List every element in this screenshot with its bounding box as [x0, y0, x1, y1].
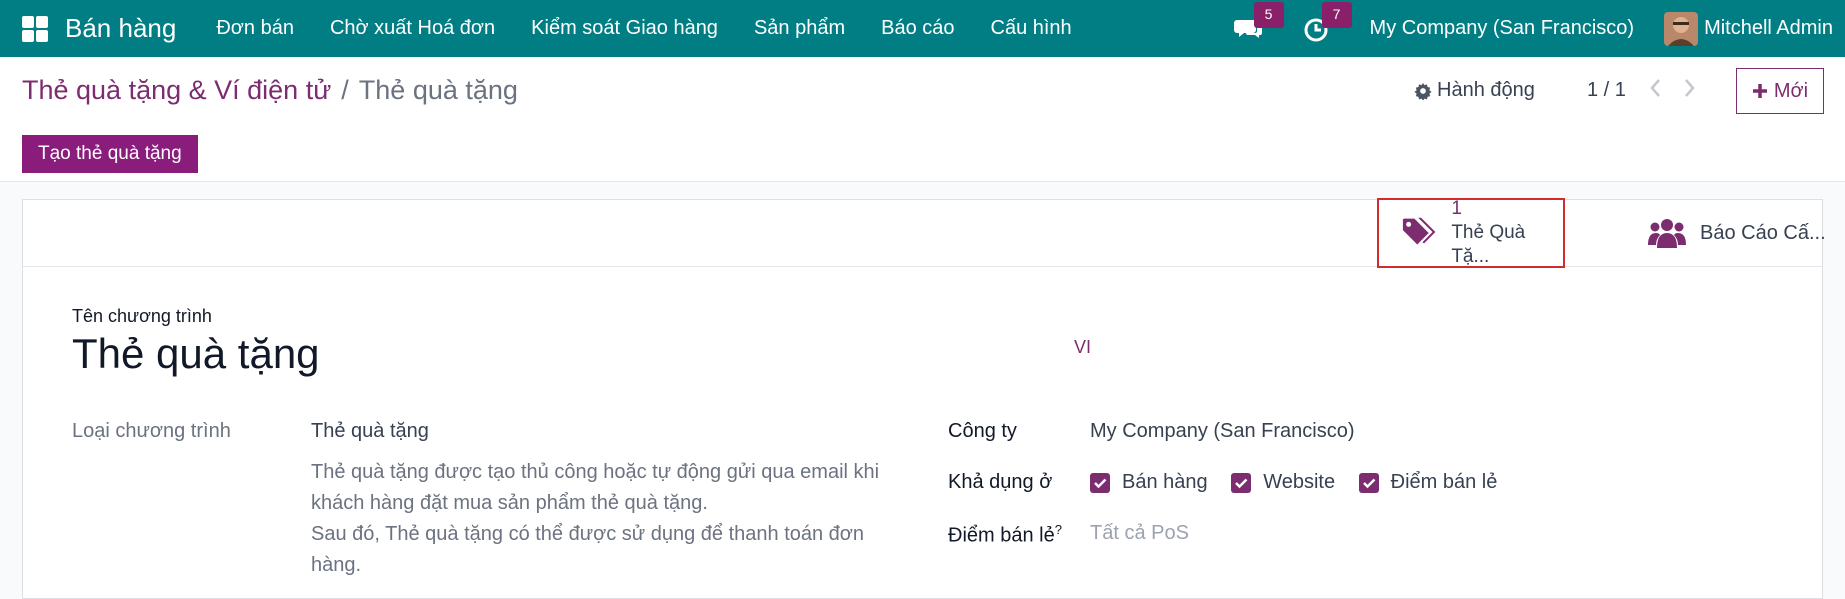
- translation-lang-button[interactable]: VI: [1074, 337, 1091, 358]
- chevron-left-icon: [1650, 79, 1660, 97]
- chevron-right-icon: [1685, 79, 1695, 97]
- program-name-label: Tên chương trình: [72, 306, 212, 326]
- new-button-label: Mới: [1773, 79, 1809, 102]
- smart-button-box: 1 Thẻ Quà Tặ... Báo Cáo Cấ...: [23, 198, 1826, 268]
- program-name-field[interactable]: Thẻ quà tặng: [72, 330, 320, 378]
- apps-menu-icon[interactable]: [22, 15, 48, 42]
- pager-next-button[interactable]: [1683, 77, 1703, 103]
- new-button[interactable]: Mới: [1736, 68, 1824, 114]
- form-statusbar: Tạo thẻ quà tặng: [0, 127, 1845, 182]
- users-icon: [1648, 219, 1686, 248]
- tags-icon: [1402, 217, 1436, 245]
- menu-item-reporting[interactable]: Báo cáo: [863, 17, 972, 40]
- main-menu: Đơn bán Chờ xuất Hoá đơn Kiểm soát Giao …: [198, 17, 1089, 40]
- pos-help-tooltip[interactable]: ?: [1055, 522, 1062, 537]
- breadcrumb-parent[interactable]: Thẻ quà tặng & Ví điện tử: [22, 75, 331, 105]
- breadcrumb-current: Thẻ quà tặng: [358, 75, 518, 105]
- user-menu[interactable]: Mitchell Admin: [1704, 17, 1833, 40]
- activities-button[interactable]: 7: [1302, 1, 1352, 44]
- available-website-checkbox[interactable]: Website: [1231, 471, 1335, 494]
- checkmark-icon: [1090, 472, 1110, 493]
- top-navbar: Bán hàng Đơn bán Chờ xuất Hoá đơn Kiểm s…: [0, 0, 1845, 57]
- program-type-desc-line-2: Sau đó, Thẻ quà tặng có thể được sử dụng…: [311, 523, 865, 576]
- navbar-systray: 5 7 My Company (San Francisco) Mitchell …: [1233, 0, 1833, 57]
- control-panel: Thẻ quà tặng & Ví điện tử / Thẻ quà tặng H…: [0, 57, 1845, 128]
- activities-badge: 7: [1321, 1, 1352, 28]
- company-field[interactable]: My Company (San Francisco): [1090, 420, 1355, 443]
- menu-item-to-invoice[interactable]: Chờ xuất Hoá đơn: [312, 17, 513, 40]
- pos-label-wrapper: Điểm bán lẻ?: [948, 522, 1062, 548]
- app-name[interactable]: Bán hàng: [65, 13, 176, 44]
- gift-cards-count: 1: [1451, 198, 1462, 219]
- action-menu-button[interactable]: Hành động: [1414, 79, 1535, 102]
- available-on-label: Khả dụng ở: [948, 471, 1053, 493]
- available-website-label: Website: [1263, 471, 1336, 493]
- program-type-desc-line-1: Thẻ quà tặng được tạo thủ công hoặc tự đ…: [311, 461, 880, 514]
- plus-icon: [1752, 84, 1767, 98]
- menu-item-orders[interactable]: Đơn bán: [198, 17, 312, 40]
- pos-label: Điểm bán lẻ: [948, 524, 1055, 547]
- available-sales-checkbox[interactable]: Bán hàng: [1090, 471, 1208, 494]
- avatar[interactable]: [1664, 11, 1699, 46]
- messages-badge: 5: [1253, 1, 1284, 28]
- pos-field[interactable]: Tất cả PoS: [1090, 522, 1189, 545]
- breadcrumb-separator: /: [341, 75, 349, 105]
- create-gift-card-button[interactable]: Tạo thẻ quà tặng: [22, 135, 198, 173]
- program-type-description: Thẻ quà tặng được tạo thủ công hoặc tự đ…: [311, 457, 901, 581]
- company-label: Công ty: [948, 420, 1017, 442]
- reports-label: Báo Cáo Cấ...: [1700, 221, 1826, 244]
- program-type-field[interactable]: Thẻ quà tặng: [311, 420, 429, 443]
- form-sheet: 1 Thẻ Quà Tặ... Báo Cáo Cấ... Tên chương…: [22, 198, 1826, 599]
- action-menu-label: Hành động: [1437, 79, 1535, 101]
- menu-item-delivery[interactable]: Kiểm soát Giao hàng: [513, 17, 736, 40]
- menu-item-configuration[interactable]: Cấu hình: [973, 17, 1090, 40]
- company-switcher[interactable]: My Company (San Francisco): [1370, 17, 1635, 40]
- reports-smart-button[interactable]: Báo Cáo Cấ...: [1623, 200, 1826, 266]
- available-pos-checkbox[interactable]: Điểm bán lẻ: [1358, 471, 1498, 494]
- program-type-label: Loại chương trình: [72, 420, 231, 442]
- gear-icon: [1414, 82, 1432, 100]
- available-on-options: Bán hàng Website Điểm bán lẻ: [1090, 471, 1515, 496]
- breadcrumb: Thẻ quà tặng & Ví điện tử / Thẻ quà tặng: [22, 75, 518, 106]
- menu-item-products[interactable]: Sản phẩm: [736, 17, 863, 40]
- available-pos-label: Điểm bán lẻ: [1390, 471, 1498, 493]
- gift-cards-label: Thẻ Quà Tặ...: [1451, 222, 1526, 267]
- messages-button[interactable]: 5: [1233, 1, 1284, 44]
- checkmark-icon: [1358, 472, 1379, 493]
- checkmark-icon: [1231, 472, 1252, 493]
- pager-previous-button[interactable]: [1648, 77, 1668, 103]
- pager-value[interactable]: 1 / 1: [1587, 79, 1626, 102]
- available-sales-label: Bán hàng: [1122, 471, 1208, 493]
- gift-cards-smart-button[interactable]: 1 Thẻ Quà Tặ...: [1377, 198, 1565, 268]
